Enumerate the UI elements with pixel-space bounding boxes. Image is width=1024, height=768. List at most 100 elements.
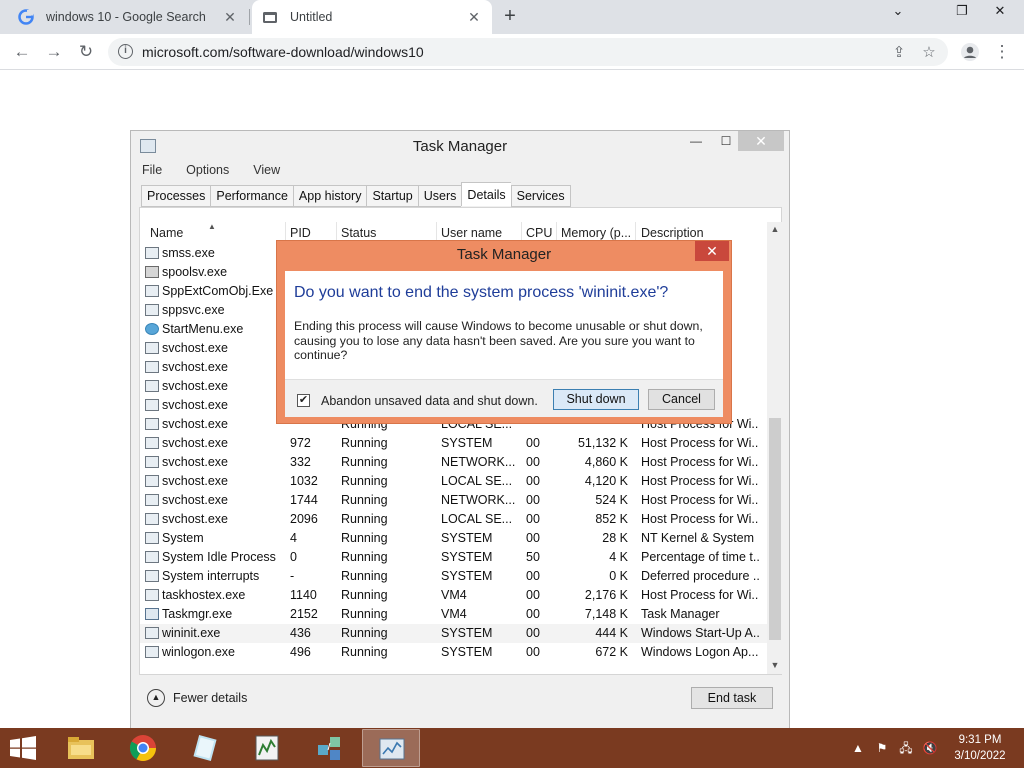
- cell-mem: 4 K: [609, 550, 628, 564]
- restore-window-icon[interactable]: ❐: [944, 0, 980, 24]
- tab-startup[interactable]: Startup: [366, 185, 418, 207]
- process-icon: [145, 380, 159, 392]
- process-icon: [145, 608, 159, 620]
- cell-desc: Host Process for Wi...: [641, 474, 759, 488]
- table-row[interactable]: System interrupts - Running SYSTEM 00 0 K Defe…: [140, 567, 770, 586]
- table-row[interactable]: svchost.exe 1744 Running NETWORK... 00 524 K H…: [140, 491, 770, 510]
- scroll-down-icon[interactable]: ▼: [767, 660, 783, 670]
- network-icon[interactable]: 🖧: [898, 740, 914, 756]
- forward-arrow-icon[interactable]: →: [42, 40, 66, 64]
- shut-down-button[interactable]: Shut down: [553, 389, 639, 410]
- column-description[interactable]: Description: [641, 226, 704, 240]
- system-clock[interactable]: 9:31 PM 3/10/2022: [944, 732, 1016, 764]
- tab-app-history[interactable]: App history: [292, 185, 367, 207]
- checkbox-label[interactable]: Abandon unsaved data and shut down.: [321, 394, 538, 408]
- end-task-button[interactable]: End task: [691, 687, 773, 709]
- action-center-flag-icon[interactable]: ⚑: [874, 740, 890, 756]
- new-tab-button[interactable]: +: [498, 5, 522, 29]
- table-row[interactable]: wininit.exe 436 Running SYSTEM 00 444 K Window…: [140, 624, 770, 643]
- network-app-icon: [314, 733, 344, 763]
- maximize-icon[interactable]: ☐: [711, 131, 741, 151]
- cell-pid: 1032: [290, 474, 318, 488]
- cell-name: System: [162, 531, 204, 545]
- task-manager-titlebar[interactable]: Task Manager — ☐ ✕: [131, 131, 789, 161]
- close-icon[interactable]: ✕: [738, 131, 784, 151]
- taskbar-file-explorer[interactable]: [52, 729, 110, 767]
- close-window-icon[interactable]: ✕: [982, 0, 1018, 24]
- table-row[interactable]: svchost.exe 1032 Running LOCAL SE... 00 4,120…: [140, 472, 770, 491]
- vertical-scrollbar[interactable]: ▲ ▼: [767, 222, 783, 674]
- chevron-down-icon[interactable]: ⌄: [880, 0, 916, 24]
- close-tab-icon[interactable]: ✕: [466, 9, 482, 25]
- url-text[interactable]: microsoft.com/software-download/windows1…: [142, 44, 424, 60]
- tab-details[interactable]: Details: [461, 182, 511, 206]
- cell-name: svchost.exe: [162, 379, 229, 393]
- windows-start-icon[interactable]: [8, 736, 38, 760]
- browser-tab-google-search[interactable]: windows 10 - Google Search ✕: [8, 0, 248, 34]
- task-manager-tabs: Processes Performance App history Startu…: [141, 182, 571, 207]
- column-memory[interactable]: Memory (p...: [561, 226, 631, 240]
- taskbar-chart-app[interactable]: [238, 729, 296, 767]
- bookmark-star-icon[interactable]: ☆: [920, 44, 938, 62]
- volume-muted-icon[interactable]: 🔇: [922, 740, 938, 756]
- cell-name: svchost.exe: [162, 512, 229, 526]
- taskbar-notepad[interactable]: [176, 729, 234, 767]
- back-arrow-icon[interactable]: ←: [10, 40, 34, 64]
- menu-view[interactable]: View: [250, 163, 283, 181]
- cell-name: svchost.exe: [162, 436, 229, 450]
- cell-status: Running: [341, 512, 388, 526]
- column-name[interactable]: Name: [150, 226, 183, 240]
- tab-users[interactable]: Users: [417, 185, 462, 207]
- browser-tab-untitled[interactable]: Untitled ✕: [252, 0, 492, 34]
- clock-date: 3/10/2022: [954, 750, 1006, 762]
- taskbar-task-manager[interactable]: [362, 729, 420, 767]
- column-user-name[interactable]: User name: [441, 226, 502, 240]
- cell-mem: 0 K: [609, 569, 628, 583]
- cell-status: Running: [341, 550, 388, 564]
- table-row[interactable]: Taskmgr.exe 2152 Running VM4 00 7,148 K Task M…: [140, 605, 770, 624]
- clock-time: 9:31 PM: [958, 734, 1002, 746]
- close-tab-icon[interactable]: ✕: [222, 9, 238, 25]
- process-icon: [145, 323, 159, 335]
- cancel-button[interactable]: Cancel: [648, 389, 715, 410]
- address-bar[interactable]: i microsoft.com/software-download/window…: [108, 38, 948, 66]
- dialog-message: Ending this process will cause Windows t…: [294, 319, 703, 362]
- table-row[interactable]: svchost.exe 332 Running NETWORK... 00 4,860 K…: [140, 453, 770, 472]
- scrollbar-thumb[interactable]: [769, 418, 781, 640]
- dialog-footer: ✔ Abandon unsaved data and shut down. Sh…: [285, 379, 723, 417]
- tab-performance[interactable]: Performance: [210, 185, 293, 207]
- cell-cpu: 00: [526, 436, 540, 450]
- cell-desc: Percentage of time t...: [641, 550, 759, 564]
- table-row[interactable]: taskhostex.exe 1140 Running VM4 00 2,176 K Hos…: [140, 586, 770, 605]
- menu-options[interactable]: Options: [183, 163, 232, 181]
- notepad-icon: [190, 733, 220, 763]
- taskbar-network-app[interactable]: [300, 729, 358, 767]
- dialog-close-icon[interactable]: ✕: [695, 241, 729, 261]
- table-row[interactable]: System 4 Running SYSTEM 00 28 K NT Kernel & Sy…: [140, 529, 770, 548]
- column-pid[interactable]: PID: [290, 226, 311, 240]
- cell-mem: 524 K: [595, 493, 628, 507]
- cell-cpu: 00: [526, 512, 540, 526]
- info-icon[interactable]: i: [118, 44, 133, 59]
- table-row[interactable]: System Idle Process 0 Running SYSTEM 50 4 K Pe…: [140, 548, 770, 567]
- column-status[interactable]: Status: [341, 226, 376, 240]
- scroll-up-icon[interactable]: ▲: [767, 224, 783, 234]
- profile-avatar-icon[interactable]: [958, 40, 982, 64]
- taskbar-chrome[interactable]: [114, 729, 172, 767]
- tab-services[interactable]: Services: [510, 185, 571, 207]
- reload-icon[interactable]: ↻: [74, 40, 98, 64]
- process-icon: [145, 361, 159, 373]
- cell-name: winlogon.exe: [162, 645, 235, 659]
- table-row[interactable]: svchost.exe 2096 Running LOCAL SE... 00 852 K…: [140, 510, 770, 529]
- menu-kebab-icon[interactable]: ⋮: [990, 40, 1014, 64]
- abandon-data-checkbox[interactable]: ✔: [297, 394, 310, 407]
- tab-processes[interactable]: Processes: [141, 185, 211, 207]
- fewer-details-toggle[interactable]: ▲ Fewer details: [147, 689, 247, 707]
- menu-file[interactable]: File: [139, 163, 165, 181]
- share-icon[interactable]: ⇪: [890, 44, 908, 62]
- column-cpu[interactable]: CPU: [526, 226, 552, 240]
- show-hidden-icons-icon[interactable]: ▲: [850, 740, 866, 756]
- table-row[interactable]: svchost.exe 972 Running SYSTEM 00 51,132 K Hos…: [140, 434, 770, 453]
- process-icon: [145, 456, 159, 468]
- table-row[interactable]: winlogon.exe 496 Running SYSTEM 00 672 K Windo…: [140, 643, 770, 662]
